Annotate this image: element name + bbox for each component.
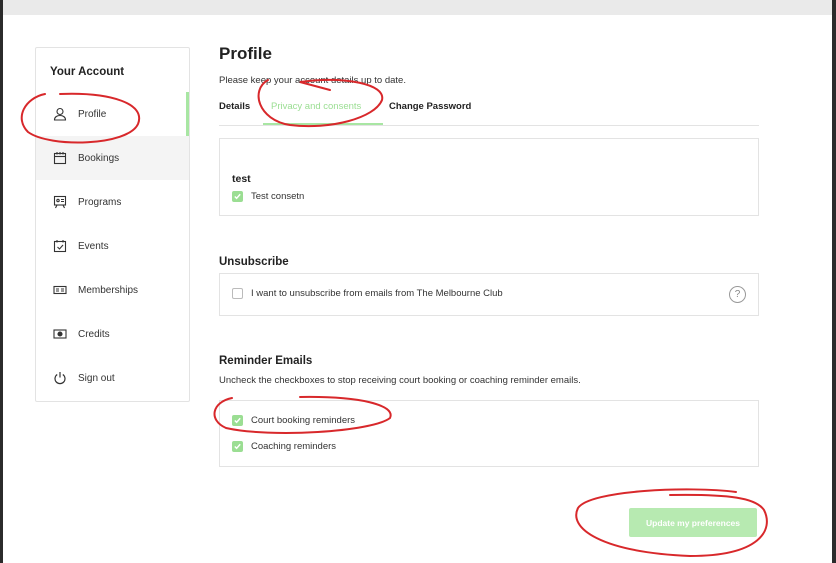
sidebar-item-label: Memberships bbox=[78, 284, 139, 296]
check-icon bbox=[234, 193, 241, 200]
reminder-subtitle: Uncheck the checkboxes to stop receiving… bbox=[219, 375, 581, 386]
check-icon bbox=[234, 443, 241, 450]
calendar-icon bbox=[53, 151, 67, 165]
tab-change-password[interactable]: Change Password bbox=[389, 101, 471, 112]
reminder-row-court[interactable]: Court booking reminders bbox=[232, 415, 355, 426]
sidebar-item-label: Sign out bbox=[78, 372, 115, 384]
reminder-title: Reminder Emails bbox=[219, 355, 313, 367]
check-icon bbox=[234, 417, 241, 424]
checkbox-checked[interactable] bbox=[232, 191, 243, 202]
tab-details[interactable]: Details bbox=[219, 101, 250, 112]
user-icon bbox=[53, 107, 67, 121]
unsubscribe-label: I want to unsubscribe from emails from T… bbox=[251, 288, 503, 299]
page-title: Profile bbox=[219, 44, 272, 63]
power-icon bbox=[53, 371, 67, 385]
checkbox-checked[interactable] bbox=[232, 415, 243, 426]
app-frame: Your Account Profile Bookings Programs E… bbox=[3, 0, 832, 563]
profile-tabs: Details Privacy and consents Change Pass… bbox=[219, 98, 759, 126]
calendar-check-icon bbox=[53, 239, 67, 253]
reminder-row-coaching[interactable]: Coaching reminders bbox=[232, 441, 336, 452]
sidebar-item-programs[interactable]: Programs bbox=[36, 180, 189, 224]
reminder-label: Coaching reminders bbox=[251, 441, 337, 452]
consent-label: Test consetn bbox=[251, 191, 305, 202]
account-sidebar: Your Account Profile Bookings Programs E… bbox=[35, 47, 190, 402]
sidebar-item-label: Events bbox=[78, 240, 109, 252]
top-bar bbox=[3, 0, 832, 15]
update-preferences-button[interactable]: Update my preferences bbox=[629, 508, 757, 537]
tab-privacy-and-consents[interactable]: Privacy and consents bbox=[271, 101, 361, 112]
presentation-icon bbox=[53, 195, 67, 209]
unsubscribe-title: Unsubscribe bbox=[219, 256, 289, 268]
credit-icon bbox=[53, 327, 67, 341]
sidebar-item-label: Bookings bbox=[78, 152, 120, 164]
sidebar-item-events[interactable]: Events bbox=[36, 224, 189, 268]
sidebar-title: Your Account bbox=[50, 66, 125, 78]
reminder-label: Court booking reminders bbox=[251, 415, 356, 426]
sidebar-item-label: Profile bbox=[78, 108, 107, 120]
consent-group-title: test bbox=[232, 173, 251, 185]
checkbox-unchecked[interactable] bbox=[232, 288, 243, 299]
sidebar-item-label: Programs bbox=[78, 196, 122, 208]
sidebar-item-bookings[interactable]: Bookings bbox=[36, 136, 189, 180]
sidebar-item-label: Credits bbox=[78, 328, 110, 340]
page-subtitle: Please keep your account details up to d… bbox=[219, 75, 406, 86]
sidebar-item-memberships[interactable]: Memberships bbox=[36, 268, 189, 312]
active-tab-indicator bbox=[263, 123, 383, 125]
sidebar-item-sign-out[interactable]: Sign out bbox=[36, 356, 189, 400]
consents-panel: test Test consetn bbox=[219, 138, 759, 216]
sidebar-item-profile[interactable]: Profile bbox=[36, 92, 189, 136]
consent-row[interactable]: Test consetn bbox=[232, 191, 304, 202]
sidebar-item-credits[interactable]: Credits bbox=[36, 312, 189, 356]
card-icon bbox=[53, 283, 67, 297]
unsubscribe-row[interactable]: I want to unsubscribe from emails from T… bbox=[232, 288, 503, 299]
checkbox-checked[interactable] bbox=[232, 441, 243, 452]
reminders-panel: Court booking reminders Coaching reminde… bbox=[219, 400, 759, 467]
help-icon[interactable]: ? bbox=[729, 286, 746, 303]
unsubscribe-panel: I want to unsubscribe from emails from T… bbox=[219, 273, 759, 316]
